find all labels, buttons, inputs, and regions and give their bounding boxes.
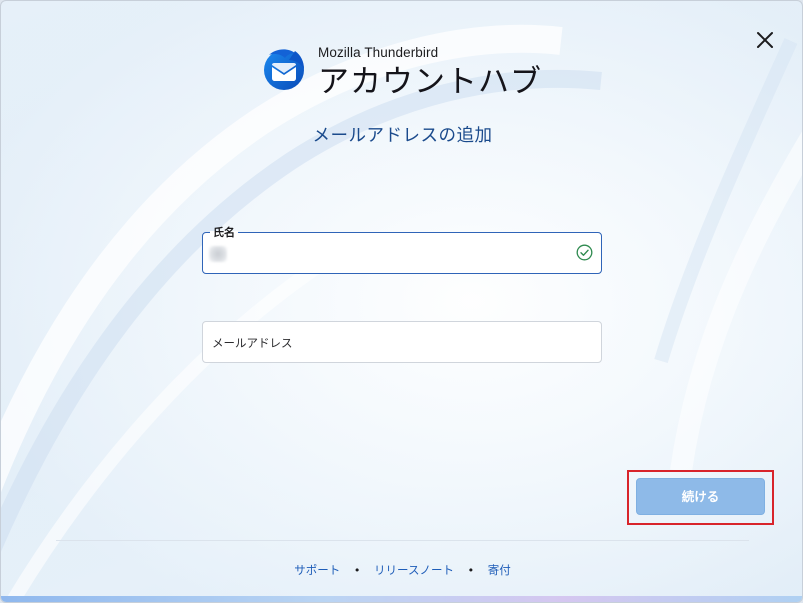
email-field-placeholder: メールアドレス <box>212 336 293 350</box>
footer-links: サポート • リリースノート • 寄付 <box>1 562 802 578</box>
name-value-blurred <box>209 246 227 262</box>
check-circle-icon <box>576 244 593 261</box>
page-title: メールアドレスの追加 <box>312 126 493 146</box>
continue-button[interactable]: 続ける <box>636 478 765 515</box>
close-button[interactable] <box>751 26 779 54</box>
account-hub-window: Mozilla Thunderbird アカウントハブ メールアドレスの追加 氏… <box>0 0 803 603</box>
support-link[interactable]: サポート <box>294 563 340 577</box>
name-field-label: 氏名 <box>210 224 238 240</box>
brand-header: Mozilla Thunderbird アカウントハブ <box>261 43 561 100</box>
donate-link[interactable]: 寄付 <box>488 563 511 577</box>
footer-separator: • <box>353 564 361 577</box>
hub-title: アカウントハブ <box>318 64 542 100</box>
bottom-accent-strip <box>1 596 802 602</box>
footer-separator: • <box>467 564 475 577</box>
name-field[interactable]: 氏名 <box>202 224 602 274</box>
close-icon <box>757 32 773 48</box>
thunderbird-logo-icon <box>264 49 304 90</box>
footer-divider <box>56 540 749 541</box>
email-field[interactable]: メールアドレス <box>202 321 602 363</box>
release-notes-link[interactable]: リリースノート <box>374 563 454 577</box>
